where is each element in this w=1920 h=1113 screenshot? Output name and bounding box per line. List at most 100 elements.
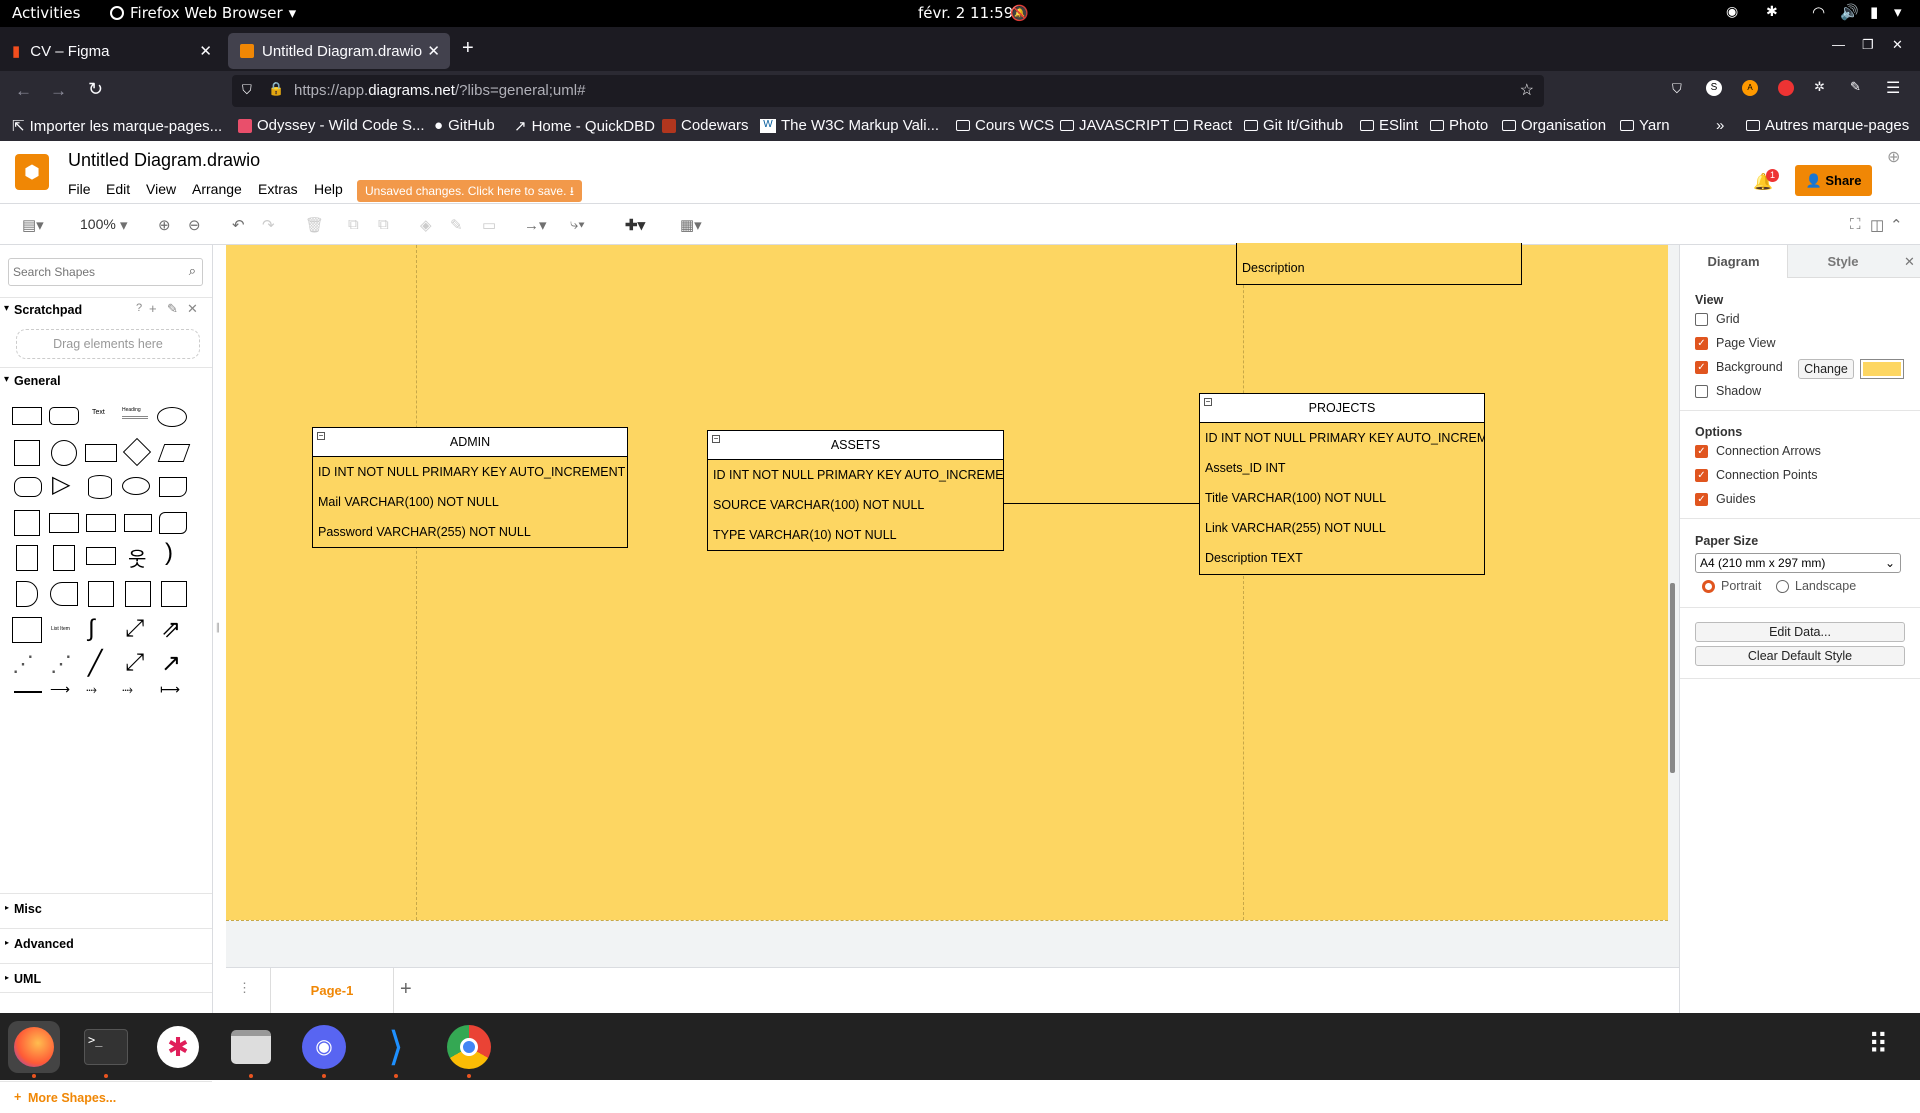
bookmark-folder-javascript[interactable]: JAVASCRIPT <box>1060 117 1169 134</box>
rounded-rectangle-shape[interactable] <box>49 407 79 425</box>
frame-shape[interactable] <box>161 581 187 607</box>
list-item-shape[interactable]: List Item <box>51 626 70 632</box>
ellipse-shape[interactable] <box>157 407 187 427</box>
entity-row[interactable]: Password VARCHAR(255) NOT NULL <box>313 517 627 547</box>
circle-shape[interactable] <box>51 440 77 466</box>
bookmark-folder-photo[interactable]: Photo <box>1430 117 1488 134</box>
internal-storage-shape[interactable] <box>14 510 40 536</box>
partial-entity-table[interactable]: Description <box>1236 243 1522 285</box>
restore-icon[interactable]: ❐ <box>1862 37 1874 53</box>
tab-diagram[interactable]: Diagram <box>1680 245 1787 278</box>
bookmark-folder-yarn[interactable]: Yarn <box>1620 117 1670 134</box>
scratchpad-header[interactable]: ▾ Scratchpad ? + ✎ ✕ <box>0 297 212 321</box>
page-view-checkbox[interactable]: ✓ Page View <box>1695 336 1776 350</box>
or-shape[interactable]: ) <box>165 539 173 567</box>
relationship-connector[interactable] <box>1004 503 1200 504</box>
tab-cv-figma[interactable]: ▮ CV – Figma ✕ <box>0 33 222 69</box>
minimize-icon[interactable]: — <box>1832 37 1845 52</box>
bidirectional-connector-shape[interactable]: ⤢ <box>125 649 144 677</box>
bookmark-odyssey[interactable]: Odyssey - Wild Code S... <box>238 117 425 134</box>
edit-data-button[interactable]: Edit Data... <box>1695 622 1905 642</box>
background-color-swatch[interactable] <box>1860 359 1904 379</box>
search-shapes-input[interactable] <box>13 263 173 281</box>
tab-untitled-diagram[interactable]: Untitled Diagram.drawio ✕ <box>228 33 450 69</box>
general-header[interactable]: ▾ General <box>0 367 212 391</box>
dock-vscode[interactable]: ⟩ <box>370 1021 422 1073</box>
forward-icon[interactable]: → <box>50 81 67 101</box>
misc-header[interactable]: ▸ Misc <box>0 893 212 923</box>
extension-s-icon[interactable]: S <box>1706 80 1722 96</box>
dock-discord[interactable]: ◉ <box>298 1021 350 1073</box>
entity-header[interactable]: − PROJECTS <box>1200 394 1484 423</box>
dock-files[interactable] <box>225 1021 277 1073</box>
hamburger-menu-icon[interactable]: ☰ <box>1886 78 1900 98</box>
shield-icon[interactable]: ⛉ <box>242 82 252 98</box>
clock[interactable]: févr. 2 11:59 <box>918 4 1013 22</box>
dock-slack[interactable]: ✱ <box>152 1021 204 1073</box>
connection-arrows-checkbox[interactable]: ✓ Connection Arrows <box>1695 444 1821 458</box>
entity-row[interactable]: Title VARCHAR(100) NOT NULL <box>1200 483 1484 513</box>
page-tab-page-1[interactable]: Page-1 <box>270 968 394 1013</box>
text-shape[interactable]: Text <box>92 409 105 416</box>
bookmark-folder-eslint[interactable]: ESlint <box>1360 117 1418 134</box>
menu-view[interactable]: View <box>146 181 176 197</box>
landscape-radio[interactable]: Landscape <box>1776 579 1856 593</box>
parallelogram-shape[interactable] <box>157 444 191 462</box>
battery-icon[interactable]: ▮ <box>1870 3 1878 21</box>
entity-row[interactable]: Assets_ID INT <box>1200 453 1484 483</box>
entity-admin[interactable]: − ADMIN ID INT NOT NULL PRIMARY KEY AUTO… <box>312 427 628 548</box>
collapse-toggle-icon[interactable]: − <box>712 435 720 443</box>
entity-header[interactable]: − ADMIN <box>313 428 627 457</box>
extension-red-icon[interactable] <box>1778 80 1794 96</box>
bookmark-star-icon[interactable]: ☆ <box>1520 80 1534 100</box>
waypoints-icon[interactable]: ⤷▾ <box>570 216 585 233</box>
add-page-icon[interactable]: + <box>400 978 412 1001</box>
tab-style[interactable]: Style <box>1787 245 1898 278</box>
bookmarks-overflow-icon[interactable]: » <box>1716 117 1724 134</box>
container-shape[interactable] <box>88 581 114 607</box>
close-tab-icon[interactable]: ✕ <box>199 42 212 60</box>
extension-pen-icon[interactable]: ✎ <box>1850 79 1861 95</box>
swimlane-shape[interactable] <box>125 581 151 607</box>
bookmark-folder-react[interactable]: React <box>1174 117 1232 134</box>
menu-arrange[interactable]: Arrange <box>192 181 242 197</box>
share-button[interactable]: 👤 Share <box>1795 165 1872 196</box>
bookmark-folder-cours[interactable]: Cours WCS <box>956 117 1054 134</box>
cylinder-shape[interactable] <box>88 475 112 499</box>
bookmark-folder-git[interactable]: Git It/Github <box>1244 117 1343 134</box>
bidirectional-arrow-shape[interactable]: ⤢ <box>125 615 144 643</box>
reload-icon[interactable]: ↻ <box>88 79 103 100</box>
step-shape[interactable] <box>86 514 116 532</box>
connector-label-shape[interactable]: ⟶ <box>50 681 70 698</box>
to-front-icon[interactable]: ⧉ <box>348 216 359 233</box>
cube-shape[interactable] <box>49 513 79 533</box>
shadow-checkbox[interactable]: Shadow <box>1695 384 1761 398</box>
curve-shape[interactable]: ∫ <box>88 615 95 643</box>
delete-icon[interactable]: 🗑 <box>305 216 324 234</box>
bookmark-codewars[interactable]: Codewars <box>662 117 749 134</box>
close-tab-icon[interactable]: ✕ <box>427 42 440 60</box>
connection-style-icon[interactable]: →▾ <box>524 216 547 234</box>
power-menu-icon[interactable]: ▾ <box>1894 3 1902 21</box>
heading-shape[interactable]: Heading <box>122 407 148 419</box>
zoom-in-icon[interactable]: ⊕ <box>158 216 171 234</box>
wifi-icon[interactable]: ◠ <box>1812 3 1825 21</box>
entity-assets[interactable]: − ASSETS ID INT NOT NULL PRIMARY KEY AUT… <box>707 430 1004 551</box>
format-panel-toggle-icon[interactable]: ▤▾ <box>22 216 44 234</box>
table-icon[interactable]: ▦▾ <box>680 216 702 234</box>
arrow-shape[interactable]: ⇗ <box>161 615 181 644</box>
connector-symbol-shape[interactable]: ⟼ <box>160 681 180 698</box>
extension-gear-icon[interactable]: ✲ <box>1814 79 1825 95</box>
bookmark-folder-organisation[interactable]: Organisation <box>1502 117 1606 134</box>
lock-icon[interactable]: 🔒 <box>268 81 284 97</box>
process-shape[interactable] <box>85 444 117 462</box>
app-menu[interactable]: Firefox Web Browser ▾ <box>110 4 296 22</box>
to-back-icon[interactable]: ⧉ <box>378 216 389 233</box>
fullscreen-icon[interactable]: ⛶ <box>1850 216 1861 233</box>
bookmark-github[interactable]: ● GitHub <box>434 117 495 134</box>
new-tab-icon[interactable]: + <box>462 37 474 60</box>
clear-default-style-button[interactable]: Clear Default Style <box>1695 646 1905 666</box>
line-shape[interactable]: ╱ <box>88 649 102 678</box>
diagram-canvas[interactable]: Description − ADMIN ID INT NOT NULL PRIM… <box>226 243 1679 972</box>
fill-color-icon[interactable]: ◈ <box>420 216 432 234</box>
